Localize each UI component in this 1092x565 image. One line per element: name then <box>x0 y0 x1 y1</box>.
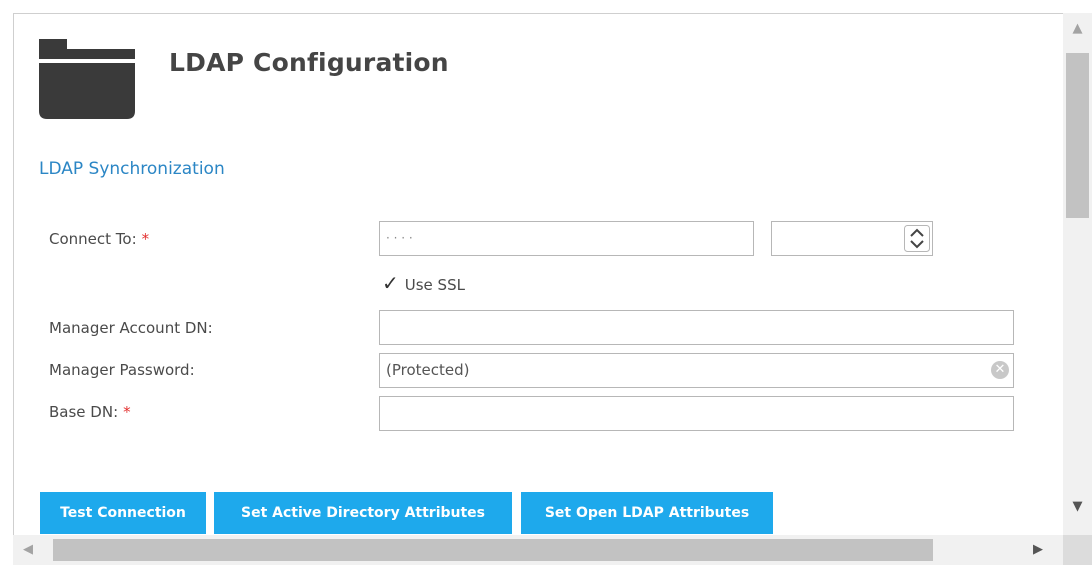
horizontal-scroll-thumb[interactable] <box>53 539 933 561</box>
manager-dn-label: Manager Account DN: <box>49 319 213 337</box>
port-stepper-icon[interactable] <box>904 225 930 252</box>
manager-password-input[interactable]: (Protected) ✕ <box>379 353 1014 388</box>
page-header: LDAP Configuration <box>14 14 1063 124</box>
ldap-config-panel: LDAP Configuration LDAP Synchronization … <box>13 13 1063 536</box>
scroll-down-icon[interactable]: ▼ <box>1063 499 1092 514</box>
scroll-right-icon[interactable]: ▶ <box>1033 542 1043 557</box>
manager-dn-input[interactable] <box>379 310 1014 345</box>
set-open-ldap-attributes-button[interactable]: Set Open LDAP Attributes <box>521 492 773 534</box>
page-title: LDAP Configuration <box>169 48 449 77</box>
port-input[interactable] <box>771 221 933 256</box>
scroll-left-icon[interactable]: ◀ <box>23 542 33 557</box>
set-active-directory-attributes-button[interactable]: Set Active Directory Attributes <box>214 492 512 534</box>
use-ssl-checkbox[interactable]: ✓ Use SSL <box>382 271 465 295</box>
folder-icon <box>39 39 135 119</box>
manager-password-value: (Protected) <box>386 361 470 379</box>
connect-to-label-text: Connect To: <box>49 230 137 248</box>
checkmark-icon: ✓ <box>382 271 399 295</box>
required-mark: * <box>141 230 150 248</box>
host-input[interactable]: · · · · <box>379 221 754 256</box>
scrollbar-corner <box>1063 535 1092 565</box>
vertical-scroll-thumb[interactable] <box>1066 53 1089 218</box>
base-dn-label: Base DN: * <box>49 403 131 421</box>
manager-password-label: Manager Password: <box>49 361 195 379</box>
required-mark: * <box>123 403 131 421</box>
base-dn-input[interactable] <box>379 396 1014 431</box>
scroll-up-icon[interactable]: ▲ <box>1063 21 1092 36</box>
test-connection-button[interactable]: Test Connection <box>40 492 206 534</box>
connect-to-label: Connect To: * <box>49 230 149 248</box>
section-title: LDAP Synchronization <box>39 159 225 179</box>
vertical-scrollbar[interactable]: ▲ ▼ <box>1063 13 1092 535</box>
horizontal-scrollbar[interactable]: ◀ ▶ <box>13 535 1063 565</box>
base-dn-label-text: Base DN: <box>49 403 119 421</box>
clear-icon[interactable]: ✕ <box>991 361 1009 379</box>
use-ssl-label: Use SSL <box>404 276 465 294</box>
